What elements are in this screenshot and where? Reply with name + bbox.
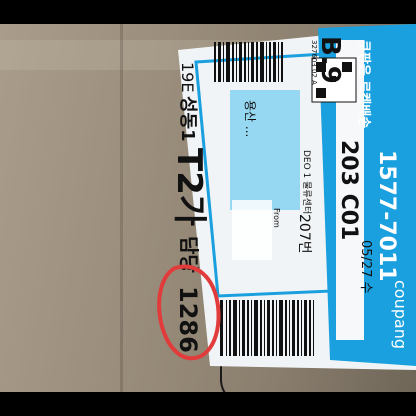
center-name: DEO 1 물류센터 [301, 150, 312, 214]
route-code: 203 C01 [336, 140, 361, 240]
small-code: 327603 02 A [310, 40, 318, 85]
privacy-blur-2 [232, 200, 272, 260]
brand-en: coupang [391, 280, 410, 349]
privacy-blur-1 [230, 90, 300, 210]
photo-scene: B.9 쿠팡은 로켓배송 1577-7011 coupang 203 C01 D… [0, 0, 416, 416]
delivery-number: 1286 [174, 286, 202, 353]
from-label: From [272, 208, 281, 228]
delivery-date: 05/27 수 [358, 240, 373, 294]
phone-number: 1577-7011 [374, 150, 399, 282]
shipping-label-svg: B.9 쿠팡은 로켓배송 1577-7011 coupang 203 C01 D… [157, 24, 416, 370]
zone-code: 19E [178, 62, 197, 92]
section-code: T2가 [169, 148, 209, 226]
hub-code: B.9 [315, 36, 345, 84]
area-name: 성동1 [177, 96, 198, 142]
unit-number: 207번 [296, 214, 312, 254]
partial-address: 용산 ... [243, 100, 257, 137]
brand-ko: 쿠팡은 로켓배송 [356, 40, 372, 128]
